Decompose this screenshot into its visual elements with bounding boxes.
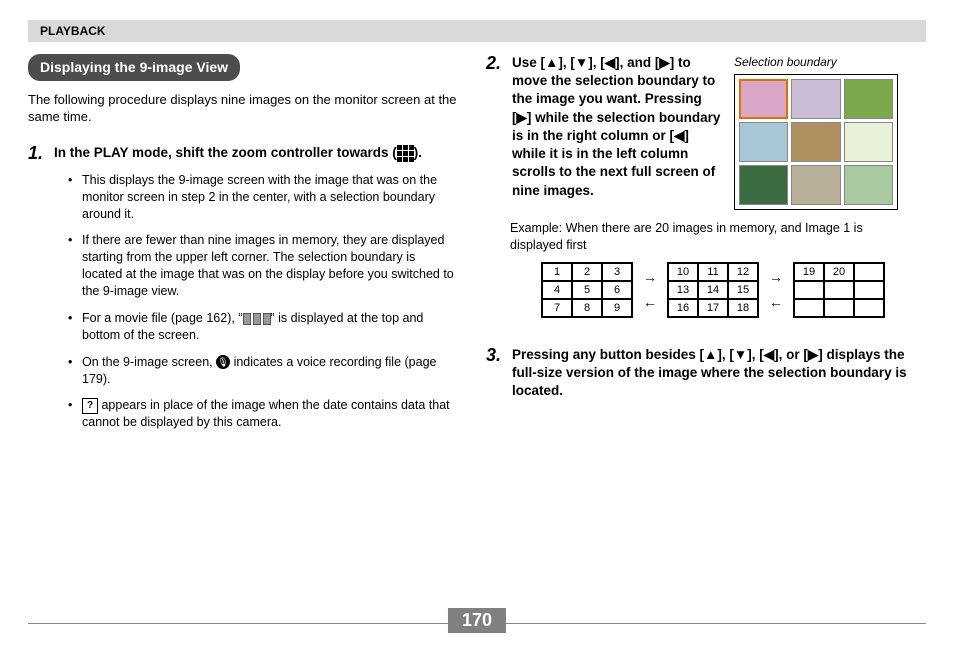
film-icon (243, 313, 271, 325)
grid-cell: 19 (794, 263, 824, 281)
grid-cell (854, 299, 884, 317)
step-1-bullets: This displays the 9-image screen with th… (68, 172, 458, 431)
grid-cell: 3 (602, 263, 632, 281)
thumbnail-6 (844, 122, 893, 162)
bullet-4a: On the 9-image screen, (82, 355, 216, 369)
arrow-pair-1: → ← (643, 268, 657, 312)
grid-cell: 5 (572, 281, 602, 299)
step-3-number: 3. (486, 346, 506, 401)
bullet-2: If there are fewer than nine images in m… (68, 232, 458, 300)
grid-cell: 13 (668, 281, 698, 299)
grid-cell: 6 (602, 281, 632, 299)
arrow-right-icon: → (643, 268, 657, 287)
nine-grid-icon (397, 145, 414, 162)
selection-boundary-caption: Selection boundary (734, 54, 898, 70)
grid-cell: 9 (602, 299, 632, 317)
bullet-3: For a movie file (page 162), “” is displ… (68, 310, 458, 344)
step-2-text: Use [▲], [▼], [◀], and [▶] to move the s… (512, 54, 722, 210)
thumbnail-1 (739, 79, 788, 119)
arrow-pair-2: → ← (769, 268, 783, 312)
grid-cell: 16 (668, 299, 698, 317)
grid-cell: 8 (572, 299, 602, 317)
grid-cell: 14 (698, 281, 728, 299)
arrow-left-icon: ← (769, 293, 783, 312)
bullet-4: On the 9-image screen, 🎙 indicates a voi… (68, 354, 458, 388)
step-1: 1. In the PLAY mode, shift the zoom cont… (28, 144, 458, 164)
thumbnail-5 (791, 122, 840, 162)
page-number: 170 (448, 608, 506, 633)
grid-cell: 4 (542, 281, 572, 299)
section-title: Displaying the 9-image View (28, 54, 240, 81)
left-column: Displaying the 9-image View The followin… (28, 54, 458, 441)
grid-cell (854, 263, 884, 281)
step-1-text: In the PLAY mode, shift the zoom control… (54, 144, 422, 164)
grid-cell: 7 (542, 299, 572, 317)
grid-cell (794, 281, 824, 299)
thumbnail-7 (739, 165, 788, 205)
grid-cell (824, 299, 854, 317)
example-grids: 123456789 → ← 101112131415161718 → ← 192… (510, 262, 916, 318)
step-3: 3. Pressing any button besides [▲], [▼],… (486, 346, 916, 401)
right-column: 2. Use [▲], [▼], [◀], and [▶] to move th… (486, 54, 916, 441)
header-bar: PLAYBACK (28, 20, 926, 42)
grid-1: 123 456 789 (541, 262, 633, 318)
step-3-text: Pressing any button besides [▲], [▼], [◀… (512, 346, 916, 401)
thumbnail-3 (844, 79, 893, 119)
grid-cell: 2 (572, 263, 602, 281)
thumbnail-9 (844, 165, 893, 205)
footer: 170 (28, 623, 926, 624)
question-box-icon: ? (82, 398, 98, 414)
step-2-number: 2. (486, 54, 506, 210)
intro-text: The following procedure displays nine im… (28, 91, 458, 126)
thumbnail-8 (791, 165, 840, 205)
grid-cell: 12 (728, 263, 758, 281)
microphone-icon: 🎙 (216, 355, 230, 369)
bullet-5: ? appears in place of the image when the… (68, 397, 458, 431)
step-1-text-a: In the PLAY mode, shift the zoom control… (54, 145, 397, 160)
thumbnail-preview (734, 74, 898, 210)
arrow-right-icon: → (769, 268, 783, 287)
step-1-text-b: ). (414, 145, 422, 160)
thumbnail-2 (791, 79, 840, 119)
step-1-number: 1. (28, 144, 48, 164)
grid-3: 1920 (793, 262, 885, 318)
thumbnail-4 (739, 122, 788, 162)
grid-cell: 11 (698, 263, 728, 281)
grid-cell (854, 281, 884, 299)
grid-cell (794, 299, 824, 317)
grid-cell: 17 (698, 299, 728, 317)
grid-2: 101112 131415 161718 (667, 262, 759, 318)
bullet-3a: For a movie file (page 162), “ (82, 311, 243, 325)
grid-cell: 20 (824, 263, 854, 281)
grid-cell (824, 281, 854, 299)
grid-cell: 18 (728, 299, 758, 317)
example-text: Example: When there are 20 images in mem… (510, 220, 916, 254)
bullet-1: This displays the 9-image screen with th… (68, 172, 458, 223)
grid-cell: 15 (728, 281, 758, 299)
arrow-left-icon: ← (643, 293, 657, 312)
grid-cell: 1 (542, 263, 572, 281)
bullet-5b: appears in place of the image when the d… (82, 398, 450, 429)
grid-cell: 10 (668, 263, 698, 281)
